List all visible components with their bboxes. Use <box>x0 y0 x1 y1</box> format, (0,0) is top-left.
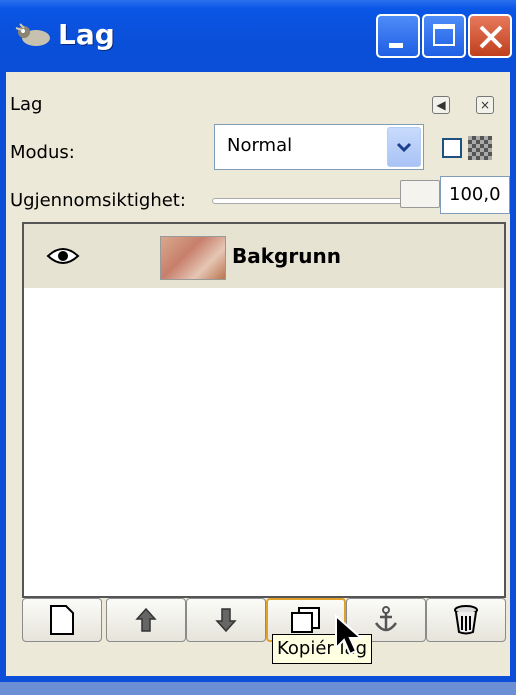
maximize-icon <box>433 24 455 46</box>
layer-list[interactable]: Bakgrunn <box>22 222 506 598</box>
delete-layer-button[interactable] <box>426 598 506 642</box>
panel-menu-button[interactable]: ◀ <box>432 96 450 114</box>
gimp-logo-icon <box>15 23 50 46</box>
mode-label: Modus: <box>10 142 75 163</box>
panel-heading: Lag <box>10 94 43 115</box>
layers-panel: Lag ◀ × Modus: Normal Ugjennomsiktighet:… <box>6 72 510 676</box>
dropdown-button[interactable] <box>387 127 421 167</box>
opacity-label: Ugjennomsiktighet: <box>10 190 186 211</box>
app-window: Lag Lag ◀ × Modus: Normal Ugjennomsiktig… <box>0 0 516 682</box>
new-layer-button[interactable] <box>22 598 102 642</box>
triangle-left-icon: ◀ <box>436 98 446 112</box>
page-icon <box>50 605 74 635</box>
anchor-icon <box>374 606 398 632</box>
preserve-transparency-checkbox[interactable] <box>442 138 462 158</box>
minimize-icon <box>389 43 403 48</box>
lower-layer-button[interactable] <box>186 598 266 642</box>
close-button[interactable] <box>468 14 512 58</box>
opacity-slider-thumb[interactable] <box>400 180 440 208</box>
close-icon <box>479 25 503 49</box>
close-icon: × <box>479 98 491 112</box>
desktop-background <box>0 682 516 695</box>
arrow-down-icon <box>215 608 237 633</box>
arrow-up-icon <box>135 607 157 632</box>
title-bar[interactable]: Lag <box>0 0 516 72</box>
eye-icon[interactable] <box>46 246 80 266</box>
minimize-button[interactable] <box>376 14 420 58</box>
chevron-down-icon <box>396 142 412 153</box>
maximize-button[interactable] <box>422 14 466 58</box>
mouse-cursor-icon <box>335 614 364 656</box>
panel-close-button[interactable]: × <box>476 96 494 114</box>
mode-value: Normal <box>227 135 293 156</box>
duplicate-icon <box>291 607 320 633</box>
layer-row[interactable]: Bakgrunn <box>24 224 504 288</box>
layer-thumbnail <box>160 236 226 280</box>
opacity-input[interactable]: 100,0 <box>440 176 510 214</box>
trash-icon <box>454 605 478 635</box>
raise-layer-button[interactable] <box>106 598 186 642</box>
transparency-icon <box>468 136 492 160</box>
mode-select[interactable]: Normal <box>214 124 424 170</box>
layer-name: Bakgrunn <box>232 244 341 268</box>
window-title: Lag <box>58 18 115 51</box>
